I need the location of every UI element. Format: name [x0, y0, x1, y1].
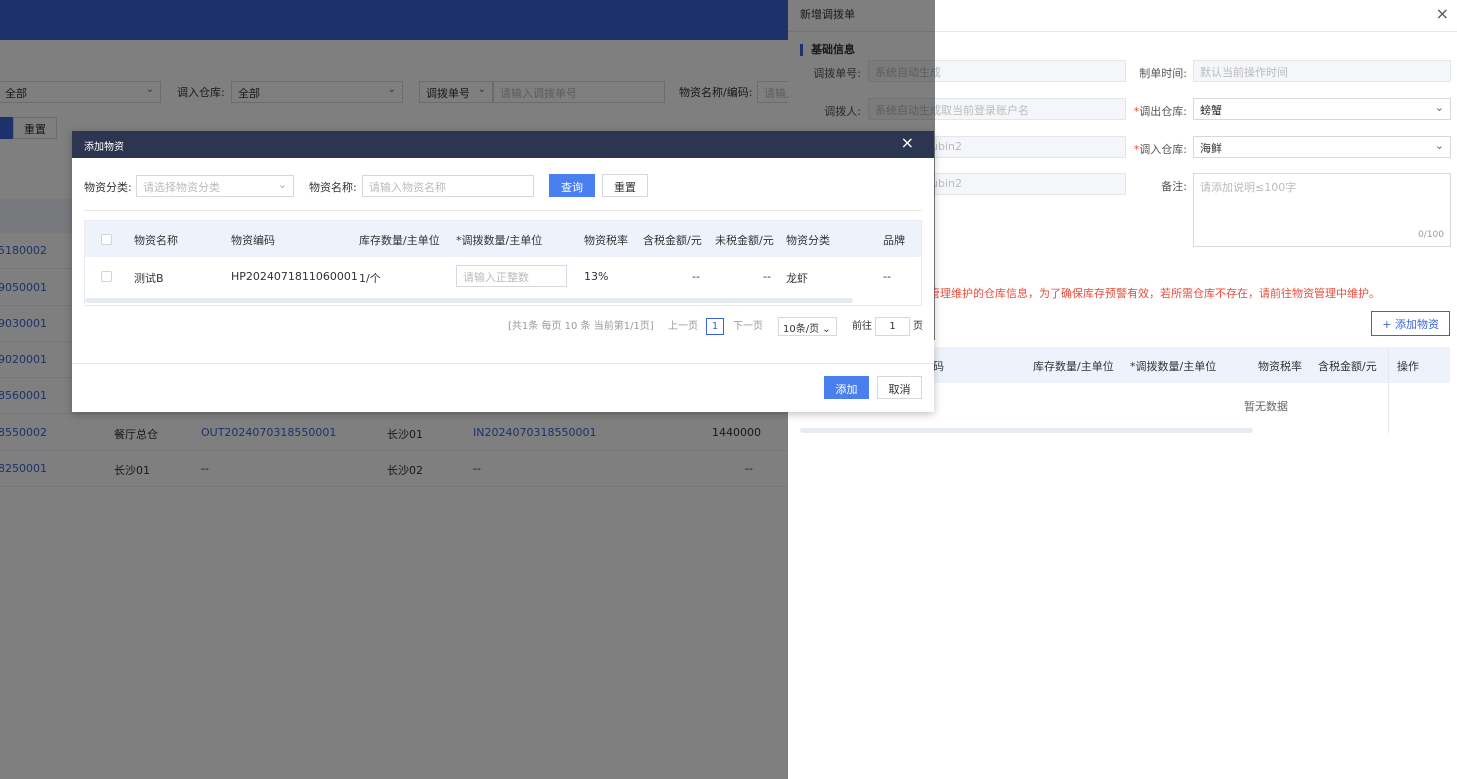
col-qty: *调拨数量/主单位: [456, 234, 543, 247]
table-row[interactable]: 测试B HP2024071811060001 1/个 请输入正整数 13% --…: [85, 257, 921, 297]
table-scrollbar[interactable]: [85, 298, 853, 303]
row-checkbox[interactable]: [101, 271, 112, 282]
out-warehouse-label-text: 调出仓库:: [1139, 105, 1187, 118]
row-amount-notax: --: [763, 270, 771, 283]
pager-goto-label: 前往: [852, 321, 872, 332]
row-category: 龙虾: [786, 272, 808, 285]
operation-column-divider: [1388, 347, 1450, 433]
drawer-col-amount: 含税金额/元: [1318, 360, 1377, 373]
material-table-header: 物资名称 物资编码 库存数量/主单位 *调拨数量/主单位 物资税率 含税金额/元…: [85, 221, 921, 257]
out-warehouse-label: *调出仓库:: [1133, 105, 1187, 118]
modal-divider: [84, 210, 922, 211]
col-name: 物资名称: [134, 234, 178, 247]
reset-button[interactable]: 重置: [602, 174, 648, 197]
in-warehouse-value: 海鲜: [1200, 142, 1222, 155]
close-icon[interactable]: ×: [1436, 4, 1449, 23]
modal-title: 添加物资: [84, 142, 124, 153]
drawer-col-qty-text: 调拨数量/主单位: [1135, 360, 1217, 373]
col-brand: 品牌: [883, 234, 905, 247]
pager-size-select[interactable]: 10条/页 ⌄: [778, 317, 837, 336]
chevron-down-icon: ⌄: [822, 324, 831, 335]
material-table: 物资名称 物资编码 库存数量/主单位 *调拨数量/主单位 物资税率 含税金额/元…: [84, 220, 922, 306]
name-input[interactable]: 请输入物资名称: [362, 175, 534, 197]
add-material-modal: 添加物资 × 物资分类: 请选择物资分类 ⌄ 物资名称: 请输入物资名称 查询 重…: [72, 131, 934, 412]
col-tax: 物资税率: [584, 234, 628, 247]
cancel-button[interactable]: 取消: [877, 376, 922, 399]
confirm-add-button[interactable]: 添加: [824, 376, 869, 399]
chevron-down-icon: ⌄: [1434, 139, 1444, 152]
out-warehouse-select[interactable]: 螃蟹 ⌄: [1193, 98, 1451, 120]
pager-current-page[interactable]: 1: [706, 318, 724, 335]
empty-text: 暂无数据: [1244, 400, 1288, 413]
col-qty-text: 调拨数量/主单位: [461, 234, 543, 247]
drawer-table-scrollbar[interactable]: [800, 428, 1253, 433]
category-select[interactable]: 请选择物资分类 ⌄: [136, 175, 294, 197]
out-warehouse-value: 螃蟹: [1200, 104, 1222, 117]
remark-count: 0/100: [1418, 230, 1444, 240]
row-tax: 13%: [584, 270, 609, 283]
chevron-down-icon: ⌄: [1434, 101, 1444, 114]
row-stock: 1/个: [359, 272, 381, 285]
in-warehouse-label-text: 调入仓库:: [1139, 143, 1187, 156]
col-amount-notax: 未税金额/元: [715, 234, 774, 247]
close-icon[interactable]: ×: [901, 133, 914, 152]
in-warehouse-select[interactable]: 海鲜 ⌄: [1193, 136, 1451, 158]
row-brand: --: [883, 270, 891, 283]
category-placeholder: 请选择物资分类: [143, 181, 220, 194]
remark-textarea[interactable]: 请添加说明≤100字 0/100: [1193, 173, 1451, 247]
create-time-input[interactable]: 默认当前操作时间: [1193, 60, 1451, 82]
col-stock: 库存数量/主单位: [359, 234, 440, 247]
drawer-col-stock: 库存数量/主单位: [1033, 360, 1114, 373]
pager-size-value: 10条/页: [783, 324, 820, 335]
query-button[interactable]: 查询: [549, 174, 595, 197]
drawer-col-qty: *调拨数量/主单位: [1130, 360, 1217, 373]
row-name: 测试B: [134, 272, 164, 285]
pager-next[interactable]: 下一页: [733, 317, 763, 332]
row-code: HP2024071811060001: [231, 270, 358, 283]
drawer-col-code: 码: [933, 360, 944, 373]
col-category: 物资分类: [786, 234, 830, 247]
add-material-button[interactable]: + 添加物资: [1371, 311, 1450, 336]
pager-prev[interactable]: 上一页: [668, 317, 698, 332]
remark-placeholder: 请添加说明≤100字: [1200, 181, 1297, 194]
modal-footer-divider: [72, 363, 934, 364]
chevron-down-icon: ⌄: [277, 178, 287, 191]
warning-text: 资管理维护的仓库信息，为了确保库存预警有效，若所需仓库不存在，请前往物资管理中维…: [918, 287, 1380, 300]
transfer-qty-input[interactable]: 请输入正整数: [456, 265, 567, 287]
select-all-checkbox[interactable]: [101, 234, 112, 245]
remark-label: 备注:: [1161, 180, 1187, 193]
in-warehouse-label: *调入仓库:: [1133, 143, 1187, 156]
pager-goto-input[interactable]: 1: [875, 317, 910, 336]
pager-goto-unit: 页: [913, 321, 923, 332]
pager-summary: [共1条 每页 10 条 当前第1/1页]: [508, 321, 654, 332]
col-code: 物资编码: [231, 234, 275, 247]
modal-header: 添加物资 ×: [72, 131, 934, 158]
name-label: 物资名称:: [309, 181, 357, 194]
drawer-col-tax: 物资税率: [1258, 360, 1302, 373]
col-amount-tax: 含税金额/元: [643, 234, 702, 247]
row-amount-tax: --: [692, 270, 700, 283]
category-label: 物资分类:: [84, 181, 132, 194]
create-time-label: 制单时间:: [1139, 67, 1187, 80]
